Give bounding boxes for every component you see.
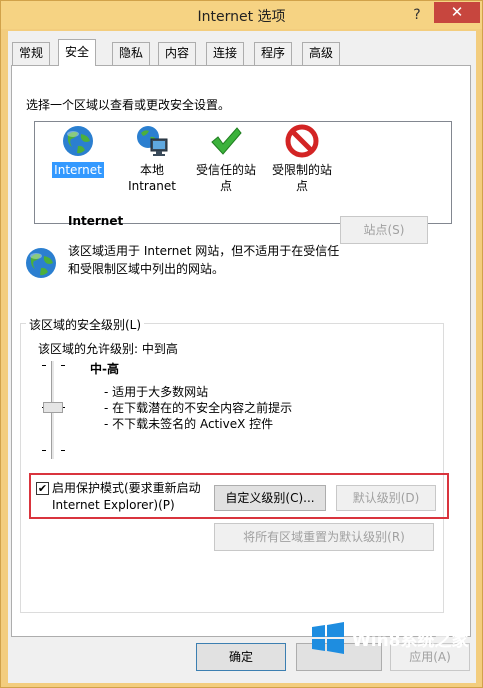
security-level-slider-thumb[interactable] [43,402,63,413]
watermark: Win8系统之家 [294,618,469,658]
security-level-description: - 适用于大多数网站 - 在下载潜在的不安全内容之前提示 - 不下载未签名的 A… [104,384,292,432]
zone-label-2: Intranet [128,179,176,193]
zone-label-2: 点 [219,179,232,193]
level-bullet: - 在下载潜在的不安全内容之前提示 [104,401,293,415]
zone-trusted-sites[interactable]: 受信任的站 点 [185,124,267,194]
security-level-group-title: 该区域的安全级别(L) [26,316,145,333]
security-level-group [20,323,444,613]
windows-logo-icon [310,622,346,654]
zone-list[interactable]: Internet 本地 Intranet 受信任的站 点 受限制的站 点 [34,121,452,224]
reset-all-zones-button[interactable]: 将所有区域重置为默认级别(R) [214,523,434,551]
globe-icon [61,124,95,158]
zone-label: 受信任的站 [195,163,256,177]
globe-icon [24,246,58,280]
security-level-name: 中-高 [90,362,119,376]
zone-label: 本地 [139,163,164,177]
zone-internet[interactable]: Internet [37,124,119,178]
ok-button[interactable]: 确定 [196,643,286,671]
title-bar[interactable]: Internet 选项 ? ✕ [1,1,482,29]
tab-connections[interactable]: 连接 [206,42,245,65]
sites-button[interactable]: 站点(S) [340,216,428,244]
tab-security[interactable]: 安全 [58,39,97,66]
zone-info-description: 该区域适用于 Internet 网站，但不适用于在受信任和受限制区域中列出的网站… [68,244,340,276]
protected-mode-label-line2: Internet Explorer)(P) [52,498,175,512]
tab-advanced[interactable]: 高级 [302,42,341,65]
local-intranet-icon [135,124,169,158]
tab-general[interactable]: 常规 [12,42,51,65]
zone-info-title: Internet [68,214,124,228]
slider-tick [42,450,46,451]
internet-options-window: Internet 选项 ? ✕ 常规 安全 隐私 内容 连接 程序 高级 选择一… [0,0,483,688]
zone-local-intranet[interactable]: 本地 Intranet [111,124,193,194]
help-button[interactable]: ? [405,5,429,25]
protected-mode-label-line1: 启用保护模式(要求重新启动 [52,481,201,495]
zone-label: Internet [52,162,104,178]
allowed-level-text: 该区域的允许级别: 中到高 [38,342,178,356]
check-icon [209,124,243,158]
restricted-icon [285,124,319,158]
tab-privacy[interactable]: 隐私 [112,42,151,65]
custom-level-button[interactable]: 自定义级别(C)... [214,485,326,511]
tab-content[interactable]: 内容 [158,42,197,65]
level-bullet: - 适用于大多数网站 [104,385,209,399]
slider-tick [61,450,65,451]
default-level-button[interactable]: 默认级别(D) [336,485,436,511]
protected-mode-checkbox[interactable]: ✔ [36,482,49,495]
zone-label-2: 点 [295,179,308,193]
security-tab-panel: 选择一个区域以查看或更改安全设置。 Internet 本地 Intranet 受… [11,65,471,637]
level-bullet: - 不下载未签名的 ActiveX 控件 [104,417,274,431]
protected-mode-label[interactable]: 启用保护模式(要求重新启动 Internet Explorer)(P) [52,480,201,514]
zone-label: 受限制的站 [271,163,332,177]
slider-tick [61,365,65,366]
slider-tick [42,365,46,366]
tab-programs[interactable]: 程序 [254,42,293,65]
watermark-text: Win8系统之家 [352,631,469,651]
dialog-client: 常规 安全 隐私 内容 连接 程序 高级 选择一个区域以查看或更改安全设置。 I… [8,31,476,683]
close-button[interactable]: ✕ [434,2,480,23]
zone-restricted-sites[interactable]: 受限制的站 点 [261,124,343,194]
zone-prompt: 选择一个区域以查看或更改安全设置。 [26,98,231,112]
